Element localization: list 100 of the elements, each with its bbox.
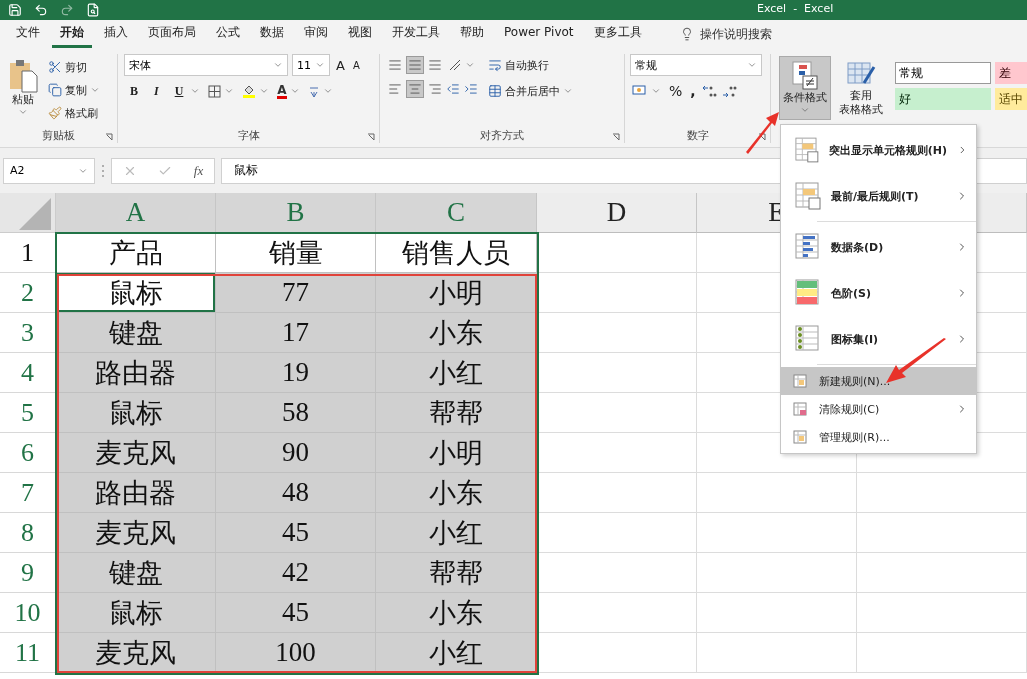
conditional-format-icon [791,61,819,91]
menu-item[interactable]: 清除规则(C) [781,395,976,423]
table-cell: 帮帮 [376,393,537,433]
increase-indent-icon[interactable] [464,82,478,96]
column-header[interactable]: C [376,193,537,233]
table-cell: 小红 [376,633,537,673]
save-icon[interactable] [8,3,22,17]
copy-icon [48,83,62,97]
cut-button[interactable]: 剪切 [46,56,102,78]
highlight-table-icon [795,136,819,164]
cell-style-swatch[interactable]: 好 [895,88,991,110]
dialog-launcher-icon[interactable] [758,133,766,141]
align-center-icon[interactable] [408,82,422,96]
select-all-icon[interactable] [17,196,53,230]
table-cell: 45 [216,593,376,633]
wrap-text-button[interactable]: 自动换行 [486,54,575,76]
manage-rules-icon [793,430,807,444]
caret-icon[interactable] [259,86,270,96]
table-cell: 小东 [376,593,537,633]
font-name-field[interactable]: 宋体 [124,54,288,76]
caret-icon[interactable] [747,60,757,70]
caret-icon[interactable] [322,86,333,96]
undo-icon[interactable] [34,3,48,17]
cell-style-swatch[interactable]: 差 [995,62,1027,84]
align-top-icon[interactable] [388,58,402,72]
ribbon-tab[interactable]: 开发工具 [384,20,448,48]
align-bottom-icon[interactable] [428,58,442,72]
comma-button[interactable]: , [688,80,698,102]
cell-style-swatch[interactable]: 常规 [895,62,991,84]
ribbon-tab[interactable]: Power Pivot [496,22,582,46]
ribbon-tab[interactable]: 文件 [8,20,48,48]
insert-function-button[interactable]: fx [193,162,204,179]
table-cell: 48 [216,473,376,513]
print-preview-icon[interactable] [86,3,100,17]
ribbon-tab[interactable]: 帮助 [452,20,492,48]
shrink-font-button[interactable]: A [350,54,362,76]
dialog-launcher-icon[interactable] [612,133,620,141]
ribbon-tab[interactable]: 公式 [208,20,248,48]
decrease-indent-icon[interactable] [446,82,460,96]
menu-item[interactable]: 图标集(I) [781,316,976,362]
group-label: 剪贴板 [42,128,75,143]
tell-me-search[interactable]: 操作说明搜索 [699,25,772,43]
ribbon-tab[interactable]: 页面布局 [140,20,204,48]
align-right-icon[interactable] [428,82,442,96]
cell-style-swatch[interactable]: 适中 [995,88,1027,110]
table-cell: 帮帮 [376,553,537,593]
italic-button[interactable]: I [148,80,165,102]
column-header[interactable]: D [537,193,697,233]
ribbon-tab[interactable]: 数据 [252,20,292,48]
data-bar-table-icon [795,233,821,261]
caret-icon[interactable] [465,60,475,70]
ribbon-tab[interactable]: 插入 [96,20,136,48]
caret-icon[interactable] [651,86,661,96]
format-as-table-button[interactable]: 套用 表格格式 [835,56,887,122]
name-box[interactable]: A2 [3,157,95,184]
group-label: 对齐方式 [480,128,524,143]
column-header[interactable]: B [216,193,376,233]
conditional-format-button[interactable]: 条件格式 [779,56,831,120]
grow-font-button[interactable]: A [334,54,347,76]
caret-icon[interactable] [289,86,300,96]
align-left-icon[interactable] [388,82,402,96]
ribbon-tab[interactable]: 视图 [340,20,380,48]
ribbon-tab[interactable]: 审阅 [296,20,336,48]
border-grid-icon [208,84,222,98]
caret-icon[interactable] [224,86,235,96]
increase-decimal-icon[interactable] [701,84,718,98]
dialog-launcher-icon[interactable] [105,133,113,141]
angled-text-icon [448,58,462,72]
dialog-launcher-icon[interactable] [367,133,375,141]
align-middle-icon[interactable] [408,58,422,72]
merge-center-button[interactable]: 合并后居中 [486,80,575,102]
paste-button[interactable]: 粘贴 [4,54,42,128]
font-color-button[interactable]: A [275,80,302,102]
format-painter-button[interactable]: 格式刷 [46,102,102,124]
table-cell: 小明 [376,273,537,313]
caret-icon[interactable] [563,86,573,96]
font-size-field[interactable]: 11 [292,54,330,76]
table-cell: 鼠标 [56,393,216,433]
table-cell: 小东 [376,313,537,353]
copy-button[interactable]: 复制 [46,79,102,101]
menu-item[interactable]: 色阶(S) [781,270,976,316]
caret-icon[interactable] [90,85,100,95]
caret-icon[interactable] [190,86,201,96]
percent-button[interactable]: % [667,80,685,102]
caret-icon[interactable] [315,60,325,70]
column-header[interactable]: A [56,193,216,233]
table-cell: 小红 [376,513,537,553]
table-cell: 路由器 [56,353,216,393]
caret-icon[interactable] [273,60,283,70]
menu-item[interactable]: 新建规则(N)... [781,367,976,395]
redo-icon[interactable] [60,3,74,17]
underline-button[interactable]: U [168,80,203,102]
bold-button[interactable]: B [124,80,144,102]
ribbon-tab[interactable]: 更多工具 [585,20,650,48]
number-format-field[interactable]: 常规 [630,54,762,76]
table-cell: 58 [216,393,376,433]
menu-item[interactable]: 管理规则(R)... [781,423,976,451]
table-cell: 17 [216,313,376,353]
table-cell: 麦克风 [56,433,216,473]
decrease-decimal-icon[interactable] [721,84,738,98]
